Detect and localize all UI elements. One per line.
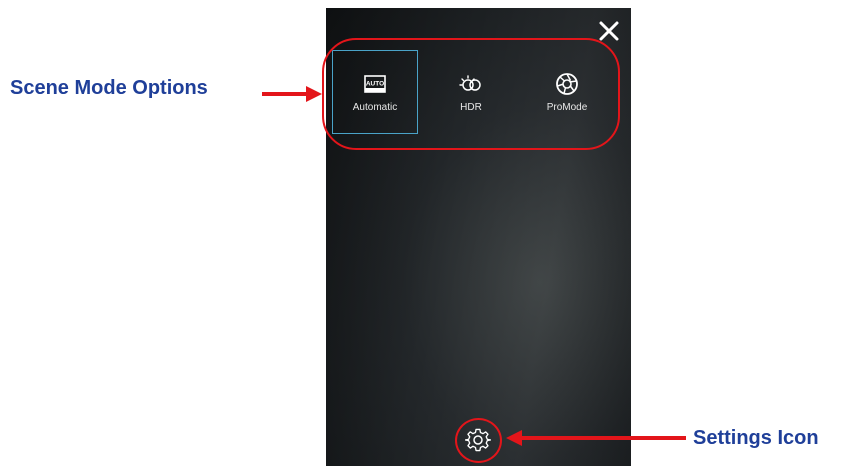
arrow-to-settings [506, 430, 686, 446]
arrow-to-scene-modes [262, 86, 322, 102]
annotation-arrows [262, 86, 686, 446]
